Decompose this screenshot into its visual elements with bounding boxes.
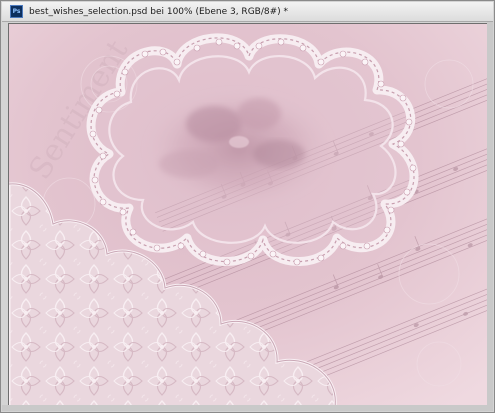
document-tab[interactable]: Ps best_wishes_selection.psd bei 100% (E… xyxy=(2,2,493,22)
photoshop-document-icon: Ps xyxy=(10,5,23,18)
canvas-artwork: Sentiment xyxy=(9,24,489,407)
horizontal-scrollbar[interactable] xyxy=(2,405,493,411)
lace-frame xyxy=(86,33,419,266)
document-title: best_wishes_selection.psd bei 100% (Eben… xyxy=(29,6,289,17)
image-canvas[interactable]: Sentiment xyxy=(8,23,490,408)
document-window: Ps best_wishes_selection.psd bei 100% (E… xyxy=(0,0,495,413)
vertical-scrollbar[interactable] xyxy=(487,22,493,410)
